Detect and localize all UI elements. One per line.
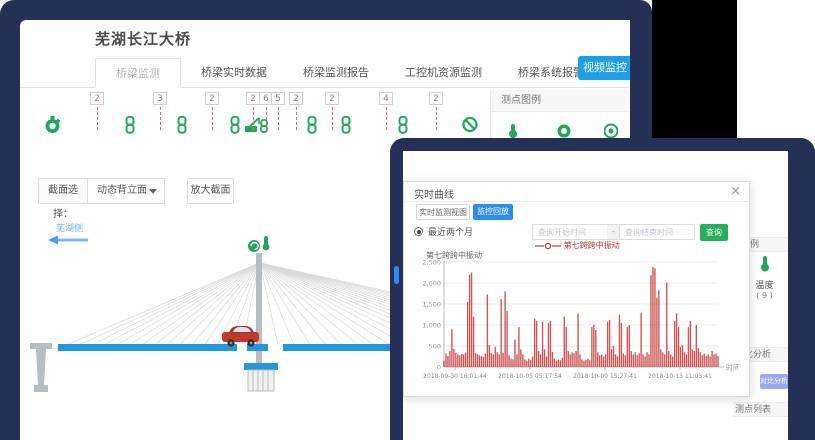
sensor-tick-line	[266, 107, 267, 130]
svg-text:2018-10-09 15:27:41: 2018-10-09 15:27:41	[573, 373, 637, 380]
tab-2[interactable]: 桥梁监测报告	[303, 58, 369, 88]
sensor-tick-line	[253, 107, 254, 130]
svg-text:时间: 时间	[726, 363, 738, 372]
overlay-window-frame: 测点图例 温度 ( 9 ) 对比分析 对比分析 测点列表 实时曲线 × 实时监测…	[390, 138, 815, 440]
overlay-window: 测点图例 温度 ( 9 ) 对比分析 对比分析 测点列表 实时曲线 × 实时监测…	[403, 151, 788, 440]
tab-1[interactable]: 桥梁实时数据	[201, 58, 267, 88]
section-select-label: 截面选择：	[38, 178, 88, 204]
end-time-input[interactable]	[619, 224, 695, 240]
sidebar-point-list-header: 测点列表	[733, 402, 788, 417]
section-select-value: 动态背立面	[97, 185, 147, 196]
block-icon[interactable]	[462, 116, 478, 137]
svg-text:1,500: 1,500	[422, 300, 441, 308]
bridge-side-label: 芜湖侧	[56, 222, 83, 234]
sensor-count-badge[interactable]: 2	[205, 92, 219, 105]
gauge-icon[interactable]	[44, 116, 61, 138]
tab-0[interactable]: 桥梁监测	[95, 58, 181, 88]
tab-3[interactable]: 工控机资源监测	[405, 58, 482, 88]
legend-label: 第七跨跨中振动	[564, 241, 620, 250]
pier-piles	[248, 370, 274, 391]
chevron-down-icon	[149, 189, 157, 194]
page-title: 芜湖长江大桥	[95, 28, 191, 49]
dialog-title: 实时曲线	[414, 186, 454, 201]
gps-sensor-icon	[248, 240, 260, 252]
scroll-indicator	[394, 266, 399, 284]
sensor-tick-line	[296, 107, 297, 130]
sensor-tick-line	[160, 107, 161, 130]
sensor-legend-icon	[604, 123, 618, 138]
tab-realtime-view[interactable]: 实时监测视图	[416, 204, 470, 220]
car	[222, 326, 259, 347]
section-toolbar: 截面选择： 动态背立面 放大截面	[20, 178, 410, 205]
tab-playback[interactable]: 监控回放	[473, 204, 513, 220]
radio-last-two-months[interactable]	[414, 227, 423, 236]
radio-label: 最近两个月	[428, 225, 473, 238]
sensor-tick-line	[212, 107, 213, 130]
tab-bar: 桥梁监测桥梁实时数据 桥梁监测报告 工控机资源监测 桥梁系统报警	[20, 58, 630, 88]
svg-text:1,000: 1,000	[422, 321, 441, 329]
sensor-legend-icon	[557, 123, 571, 138]
sensor-tick-line	[97, 107, 98, 130]
bridge-deck	[58, 344, 237, 351]
svg-text:2,500: 2,500	[422, 259, 441, 266]
svg-text:2018-09-30 16:01:44: 2018-09-30 16:01:44	[423, 373, 487, 380]
sensor-count-badge[interactable]: 2	[246, 92, 260, 105]
legend-marker-icon	[535, 242, 561, 250]
chain-icon[interactable]	[397, 116, 409, 138]
svg-text:2,000: 2,000	[422, 279, 441, 287]
sensor-count-badge[interactable]: 2	[429, 92, 443, 105]
sensor-count-badge[interactable]: 2	[325, 92, 339, 105]
bridge-diagram: 芜湖侧	[30, 215, 402, 440]
chain-icon[interactable]	[340, 116, 352, 138]
sensor-count-badge[interactable]: 5	[271, 92, 285, 105]
section-select-dropdown[interactable]: 动态背立面	[87, 178, 165, 204]
enlarge-section-button[interactable]: 放大截面	[187, 178, 234, 204]
chain-icon[interactable]	[306, 116, 318, 138]
start-time-input[interactable]	[532, 224, 608, 240]
bridge-deck	[283, 344, 393, 351]
video-monitor-button[interactable]: 视频监控	[578, 56, 630, 80]
sensor-tick-line	[332, 107, 333, 130]
sensor-tick-line	[436, 107, 437, 130]
chain-icon[interactable]	[124, 116, 136, 138]
thermometer-icon	[507, 123, 519, 138]
thermometer-icon	[263, 236, 270, 250]
sensor-strip: 2322652242	[20, 90, 482, 142]
sensor-tick-line	[278, 107, 279, 130]
dialog-header: 实时曲线 ×	[404, 182, 749, 202]
close-icon[interactable]: ×	[730, 184, 741, 199]
sensor-tick-line	[386, 107, 387, 130]
tab-4[interactable]: 桥梁系统报警	[518, 58, 584, 88]
pier-cap	[244, 363, 278, 370]
chain-icon[interactable]	[229, 116, 241, 138]
query-button[interactable]: 查询	[700, 224, 728, 241]
compare-analysis-button[interactable]: 对比分析	[760, 374, 788, 389]
sensor-count-badge[interactable]: 2	[90, 92, 104, 105]
chain-icon[interactable]	[176, 116, 188, 138]
bridge-svg: 芜湖侧	[30, 215, 402, 440]
sensor-count-badge[interactable]: 4	[379, 92, 393, 105]
left-arrow-icon	[48, 236, 88, 245]
svg-text:500: 500	[429, 342, 441, 350]
thermometer-icon	[758, 255, 772, 272]
legend-panel: 测点图例	[490, 90, 630, 138]
svg-text:2018-10-05 05:17:54: 2018-10-05 05:17:54	[498, 373, 562, 380]
sensor-count-badge[interactable]: 2	[289, 92, 303, 105]
bridge-abutment	[30, 343, 52, 392]
vibration-chart: 0 500 1,000 1,500 2,000 2,500 2018-09-30 16:01…	[418, 259, 738, 391]
sensor-count-badge[interactable]: 3	[153, 92, 167, 105]
background-patch	[652, 0, 737, 139]
svg-text:2018-10-13 11:03:41: 2018-10-13 11:03:41	[648, 373, 712, 380]
svg-text:0: 0	[437, 363, 441, 371]
realtime-curve-dialog: 实时曲线 × 实时监测视图 监控回放 最近两个月 - 查询 第七跨跨中振动 第七…	[403, 181, 750, 397]
legend-panel-title: 测点图例	[491, 90, 630, 112]
